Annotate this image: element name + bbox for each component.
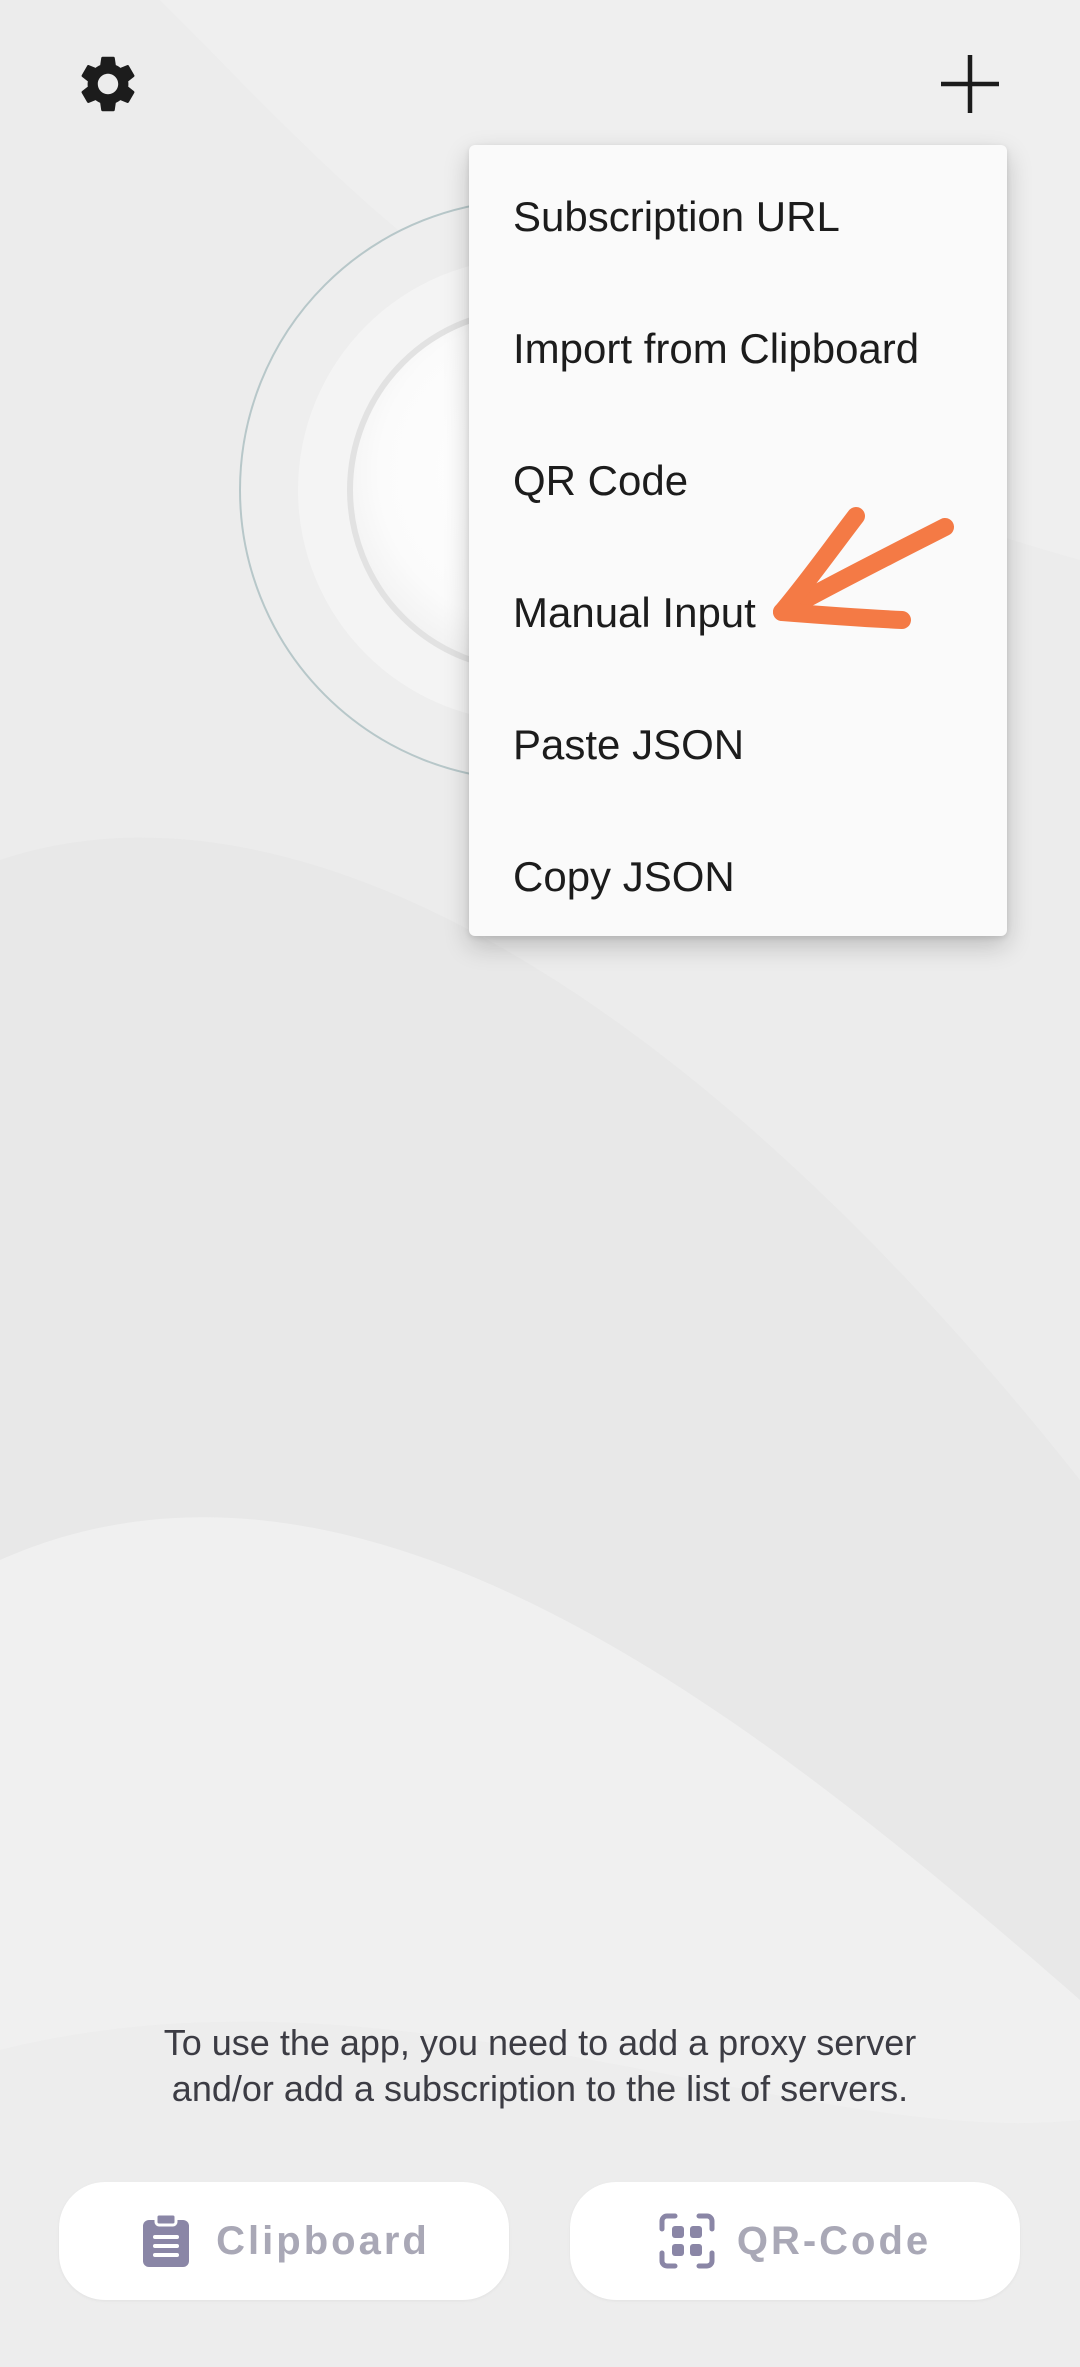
gear-icon xyxy=(81,56,135,112)
menu-item-manual-input[interactable]: Manual Input xyxy=(469,547,1007,679)
menu-item-qr-code[interactable]: QR Code xyxy=(469,415,1007,547)
empty-state-hint: To use the app, you need to add a proxy … xyxy=(163,2022,917,2109)
settings-button[interactable] xyxy=(58,34,158,134)
menu-item-subscription-url[interactable]: Subscription URL xyxy=(469,151,1007,283)
menu-item-paste-json[interactable]: Paste JSON xyxy=(469,679,1007,811)
clipboard-button[interactable]: Clipboard xyxy=(59,2182,509,2300)
menu-item-label: Copy JSON xyxy=(513,853,735,900)
menu-item-label: QR Code xyxy=(513,457,689,504)
menu-item-label: Subscription URL xyxy=(513,193,840,240)
qr-code-button[interactable]: QR-Code xyxy=(570,2182,1020,2300)
clipboard-button-label: Clipboard xyxy=(216,2218,430,2263)
plus-icon xyxy=(941,55,999,113)
menu-item-label: Paste JSON xyxy=(513,721,745,768)
menu-item-label: Manual Input xyxy=(513,589,756,636)
menu-item-import-clipboard[interactable]: Import from Clipboard xyxy=(469,283,1007,415)
clipboard-icon xyxy=(138,2213,194,2269)
qr-scan-icon xyxy=(659,2213,715,2269)
menu-item-label: Import from Clipboard xyxy=(513,325,920,372)
menu-item-copy-json[interactable]: Copy JSON xyxy=(469,811,1007,943)
qr-code-button-label: QR-Code xyxy=(736,2218,932,2263)
add-button[interactable] xyxy=(920,34,1020,134)
add-server-menu: Subscription URL Import from Clipboard Q… xyxy=(469,145,1007,936)
